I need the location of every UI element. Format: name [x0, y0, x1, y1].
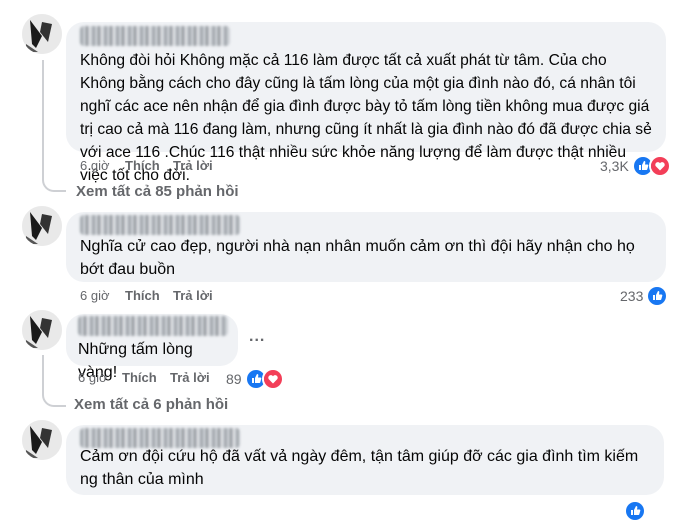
- commenter-name-blurred[interactable]: [78, 316, 228, 336]
- reaction-summary[interactable]: 233: [620, 285, 669, 307]
- reply-button[interactable]: Trả lời: [173, 158, 213, 173]
- commenter-name-blurred[interactable]: [80, 26, 230, 46]
- comment-text: Nghĩa cử cao đẹp, người nhà nạn nhân muố…: [80, 238, 635, 278]
- avatar[interactable]: [22, 310, 62, 350]
- like-button[interactable]: Thích: [122, 370, 157, 385]
- thread-connector: [42, 60, 66, 192]
- avatar-image: [22, 420, 62, 460]
- reaction-count: 233: [620, 288, 644, 304]
- reply-button[interactable]: Trả lời: [173, 288, 213, 303]
- view-replies-link[interactable]: Xem tất cả 85 phản hồi: [76, 183, 239, 200]
- reaction-count: 89: [226, 371, 242, 387]
- avatar-image: [22, 14, 62, 54]
- comment-bubble: Không đòi hỏi Không mặc cả 116 làm được …: [66, 22, 666, 184]
- comment-time[interactable]: 6 giờ: [80, 288, 110, 303]
- avatar[interactable]: [22, 420, 62, 460]
- reaction-count: 3,3K: [600, 158, 629, 174]
- commenter-name-blurred[interactable]: [80, 215, 240, 235]
- comment-bubble: Nghĩa cử cao đẹp, người nhà nạn nhân muố…: [66, 212, 666, 282]
- comment-bubble: Cảm ơn đội cứu hộ đã vất vả ngày đêm, tậ…: [66, 425, 664, 495]
- reaction-summary-partial[interactable]: [624, 500, 646, 522]
- like-button[interactable]: Thích: [125, 158, 160, 173]
- like-button[interactable]: Thích: [125, 288, 160, 303]
- reply-button[interactable]: Trả lời: [170, 370, 210, 385]
- comment-actions: 6 giờ Thích Trả lời: [80, 288, 280, 306]
- love-reaction-icon: [261, 368, 284, 390]
- like-reaction-icon: [646, 285, 669, 307]
- comment-text: Cảm ơn đội cứu hộ đã vất vả ngày đêm, tậ…: [80, 448, 639, 488]
- comment-actions: 6 giờ Thích Trả lời: [80, 158, 280, 176]
- comment-time[interactable]: 6 giờ: [80, 158, 110, 173]
- avatar-image: [22, 310, 62, 350]
- avatar-image: [22, 206, 62, 246]
- like-reaction-icon: [624, 500, 646, 522]
- reaction-summary[interactable]: 89: [226, 368, 284, 390]
- love-reaction-icon: [648, 155, 671, 177]
- reaction-summary[interactable]: 3,3K: [600, 155, 671, 177]
- more-options-icon[interactable]: ...: [249, 328, 265, 346]
- avatar[interactable]: [22, 206, 62, 246]
- view-replies-link[interactable]: Xem tất cả 6 phản hồi: [74, 396, 228, 413]
- avatar[interactable]: [22, 14, 62, 54]
- comment-bubble: Những tấm lòng vàng!: [66, 314, 238, 381]
- comment-time[interactable]: 6 giờ: [78, 370, 108, 385]
- thread-connector: [42, 355, 66, 407]
